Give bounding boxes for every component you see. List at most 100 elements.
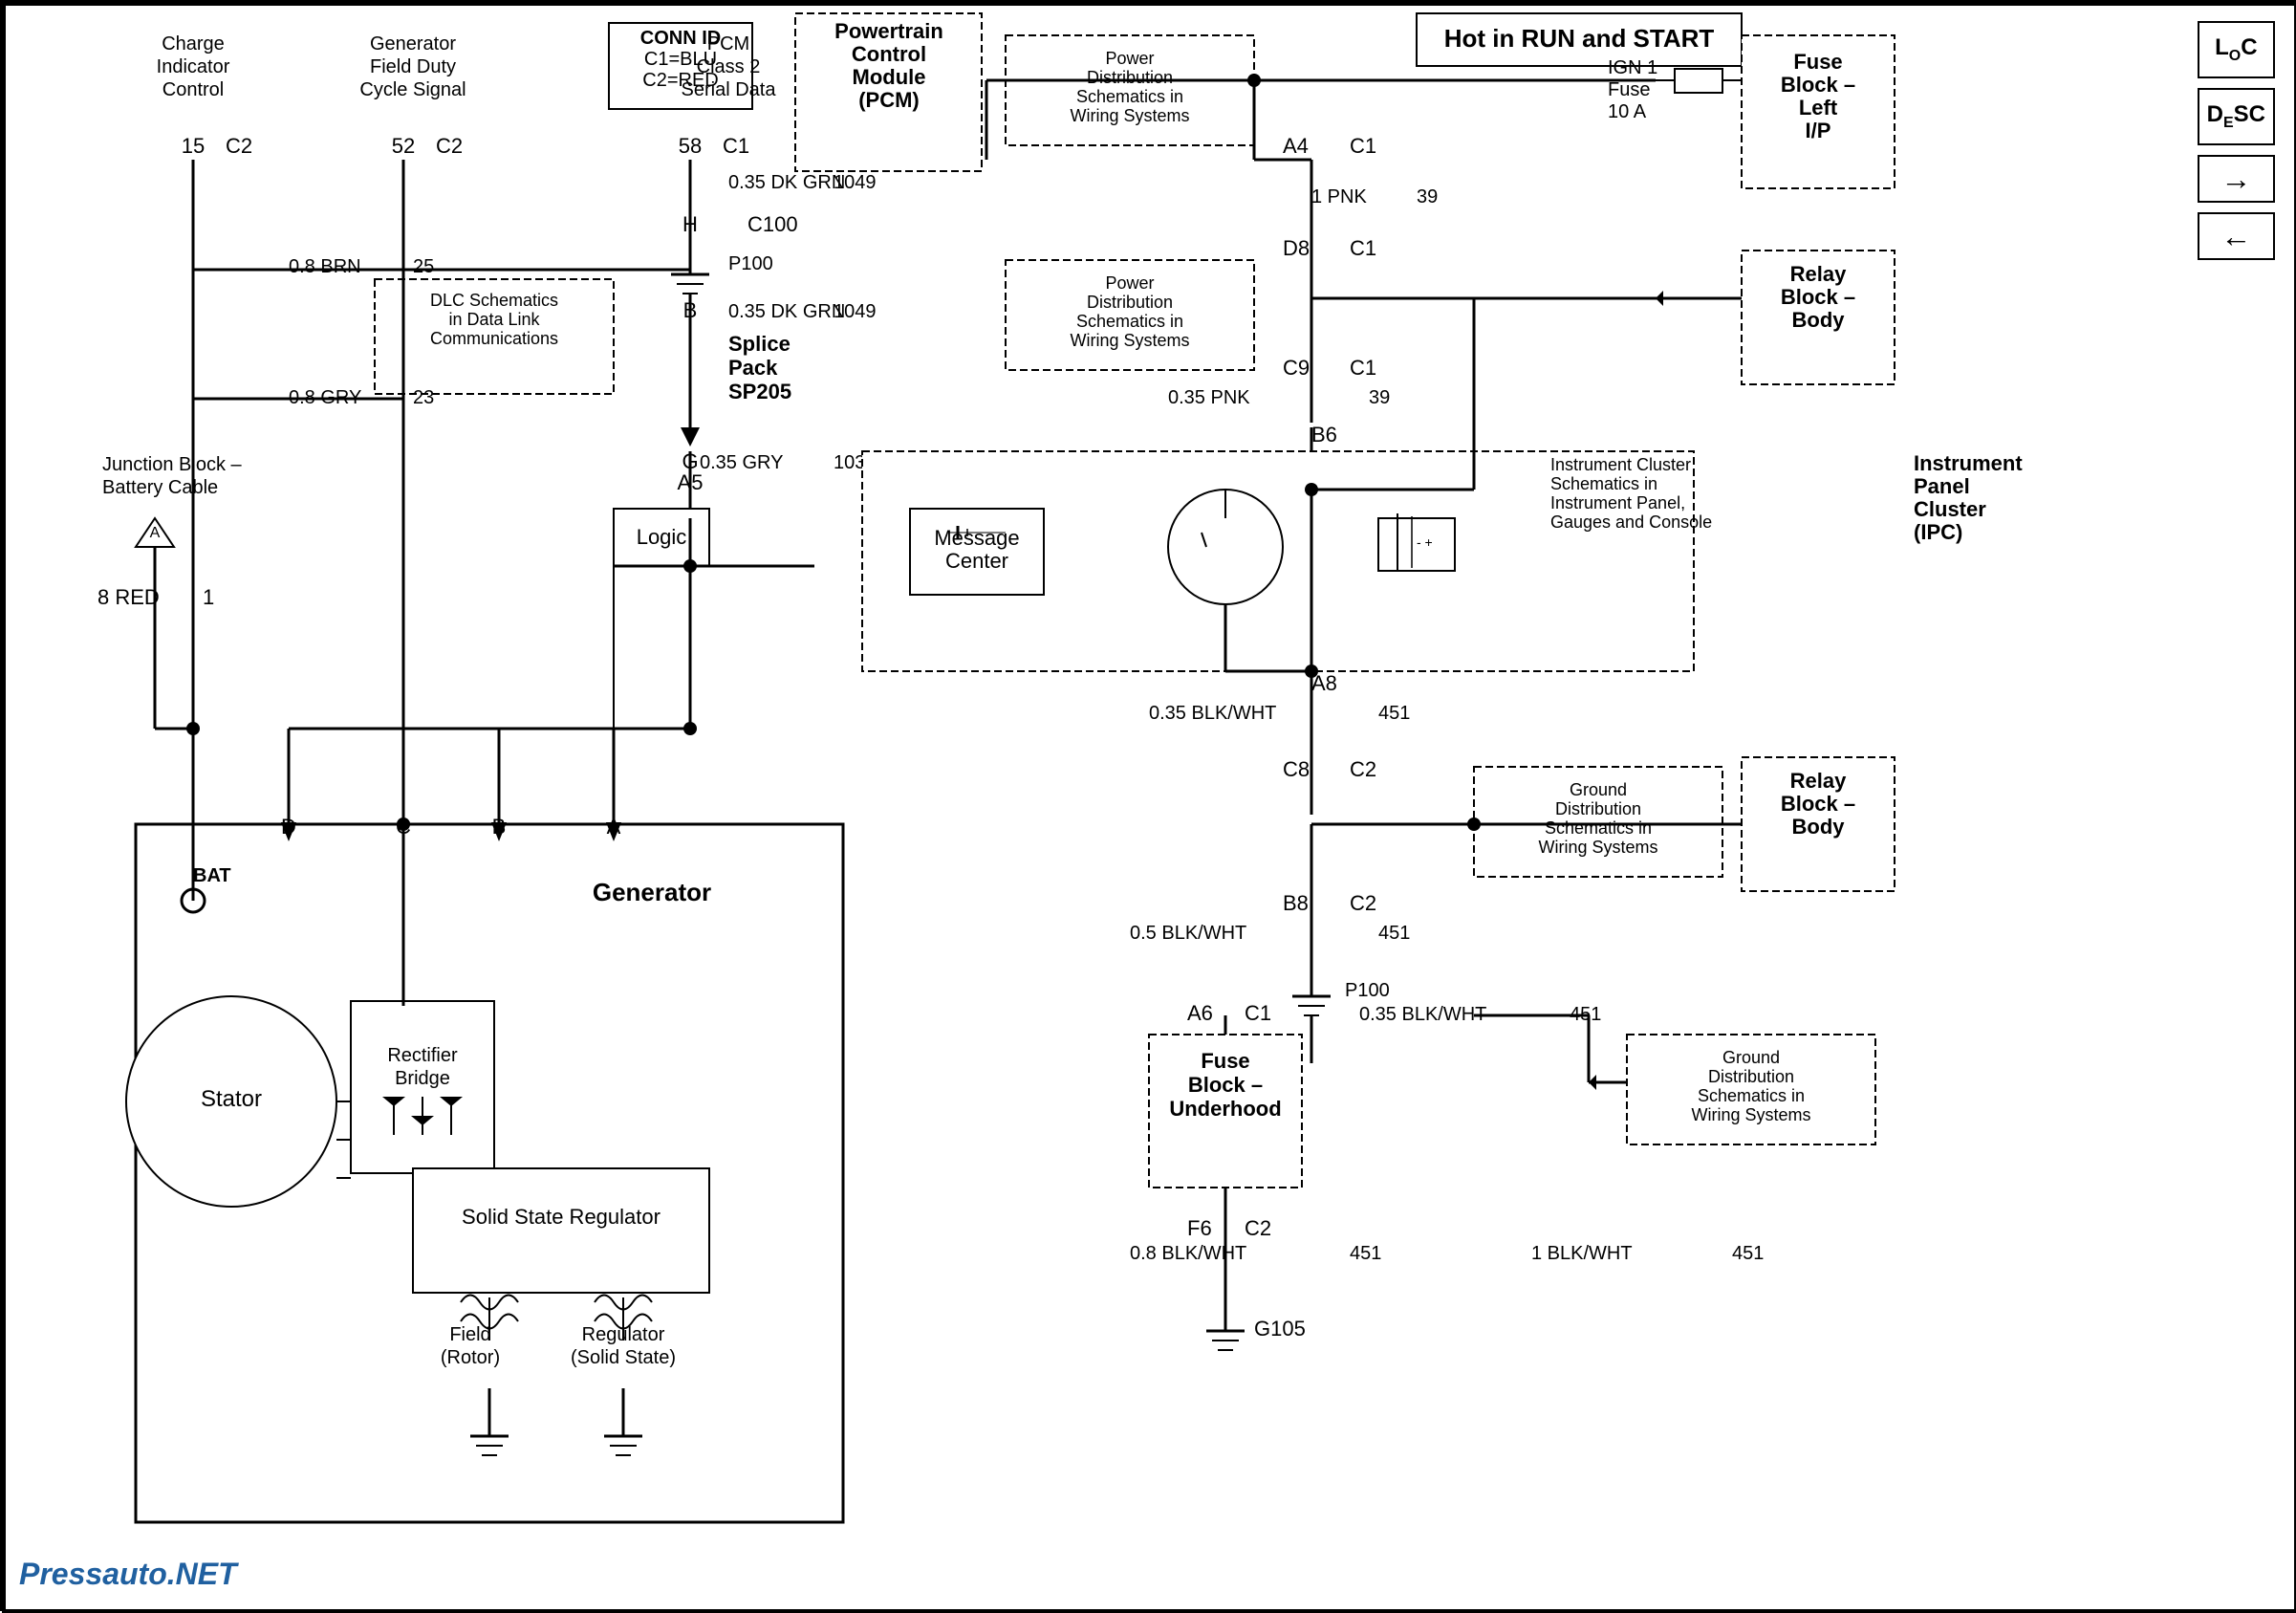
svg-text:451: 451 <box>1378 703 1410 724</box>
legend-arrow-left: ← <box>2198 212 2275 260</box>
svg-text:Cluster: Cluster <box>1914 497 1986 521</box>
svg-text:1 BLK/WHT: 1 BLK/WHT <box>1531 1243 1633 1264</box>
svg-text:1: 1 <box>203 585 214 609</box>
svg-text:Bridge: Bridge <box>395 1068 450 1089</box>
legend-desc-text: DESC <box>2207 101 2265 132</box>
svg-text:Indicator: Indicator <box>157 56 230 77</box>
svg-text:(IPC): (IPC) <box>1914 520 1962 544</box>
svg-text:Schematics in: Schematics in <box>1076 87 1183 106</box>
svg-text:Block –: Block – <box>1781 285 1855 309</box>
svg-text:Generator: Generator <box>593 878 711 906</box>
svg-text:G105: G105 <box>1254 1317 1306 1341</box>
svg-text:Class 2: Class 2 <box>697 56 761 77</box>
svg-text:Generator: Generator <box>370 33 456 54</box>
svg-text:C9: C9 <box>1283 356 1310 380</box>
svg-text:58: 58 <box>679 134 702 158</box>
svg-text:15: 15 <box>182 134 205 158</box>
svg-text:Charge: Charge <box>162 33 225 54</box>
svg-text:(Rotor): (Rotor) <box>441 1347 500 1368</box>
svg-text:Fuse: Fuse <box>1608 79 1650 100</box>
svg-text:Logic: Logic <box>637 525 687 549</box>
svg-text:Communications: Communications <box>430 329 558 348</box>
svg-text:(PCM): (PCM) <box>858 88 920 112</box>
svg-text:Power: Power <box>1105 49 1154 68</box>
legend-loc-text: LOC <box>2215 34 2257 65</box>
main-container: Hot in RUN and START Powertrain Control … <box>0 0 2296 1611</box>
svg-text:39: 39 <box>1417 186 1438 207</box>
svg-text:0.35 BLK/WHT: 0.35 BLK/WHT <box>1359 1004 1486 1025</box>
svg-text:C1: C1 <box>1350 236 1376 260</box>
svg-text:C2: C2 <box>1350 891 1376 915</box>
svg-text:Control: Control <box>162 79 224 100</box>
legend-panel: LOC DESC → ← <box>2198 21 2275 260</box>
svg-text:C1: C1 <box>1245 1001 1271 1025</box>
svg-text:52: 52 <box>392 134 415 158</box>
svg-text:0.5 BLK/WHT: 0.5 BLK/WHT <box>1130 923 1246 944</box>
svg-text:Distribution: Distribution <box>1087 293 1173 312</box>
svg-text:Underhood: Underhood <box>1169 1097 1281 1121</box>
svg-text:451: 451 <box>1378 923 1410 944</box>
arrow-left-icon: ← <box>2220 219 2251 254</box>
svg-text:Body: Body <box>1792 308 1846 332</box>
wiring-diagram-svg: Hot in RUN and START Powertrain Control … <box>2 2 2296 1613</box>
svg-text:Relay: Relay <box>1790 769 1847 793</box>
svg-text:- +: - + <box>1417 534 1433 550</box>
svg-text:C2: C2 <box>1350 757 1376 781</box>
svg-text:Cycle Signal: Cycle Signal <box>359 79 466 100</box>
svg-text:P100: P100 <box>1345 980 1390 1001</box>
svg-text:I/P: I/P <box>1806 119 1831 142</box>
svg-text:P100: P100 <box>728 253 773 274</box>
svg-text:0.35 GRY: 0.35 GRY <box>700 452 783 473</box>
svg-text:451: 451 <box>1732 1243 1764 1264</box>
svg-text:C2: C2 <box>1245 1216 1271 1240</box>
svg-text:Block –: Block – <box>1781 73 1855 97</box>
svg-text:Wiring Systems: Wiring Systems <box>1691 1105 1810 1124</box>
svg-text:0.8 BRN: 0.8 BRN <box>289 256 361 277</box>
svg-text:in Data Link: in Data Link <box>448 310 540 329</box>
arrow-right-icon: → <box>2220 162 2251 197</box>
svg-text:25: 25 <box>413 256 434 277</box>
svg-text:Module: Module <box>853 65 926 89</box>
svg-text:8 RED: 8 RED <box>97 585 160 609</box>
svg-text:Wiring Systems: Wiring Systems <box>1538 838 1657 857</box>
svg-text:Relay: Relay <box>1790 262 1847 286</box>
svg-text:(Solid State): (Solid State) <box>571 1347 676 1368</box>
svg-text:Wiring Systems: Wiring Systems <box>1070 106 1189 125</box>
svg-text:Battery Cable: Battery Cable <box>102 477 218 498</box>
svg-text:DLC Schematics: DLC Schematics <box>430 291 558 310</box>
svg-text:SP205: SP205 <box>728 380 791 403</box>
svg-text:0.35 DK GRN: 0.35 DK GRN <box>728 301 845 322</box>
svg-text:Stator: Stator <box>201 1086 262 1112</box>
svg-text:Distribution: Distribution <box>1087 68 1173 87</box>
svg-text:Solid State Regulator: Solid State Regulator <box>462 1205 661 1229</box>
svg-text:B6: B6 <box>1311 423 1337 447</box>
svg-text:Rectifier: Rectifier <box>387 1045 458 1066</box>
svg-text:0.35 BLK/WHT: 0.35 BLK/WHT <box>1149 703 1276 724</box>
svg-text:C2: C2 <box>226 134 252 158</box>
svg-text:Schematics in: Schematics in <box>1550 474 1657 493</box>
svg-text:Panel: Panel <box>1914 474 1970 498</box>
svg-text:C1: C1 <box>1350 356 1376 380</box>
svg-text:F6: F6 <box>1187 1216 1212 1240</box>
svg-text:BAT: BAT <box>193 865 231 886</box>
svg-text:451: 451 <box>1350 1243 1381 1264</box>
svg-text:Schematics in: Schematics in <box>1545 818 1652 838</box>
svg-text:23: 23 <box>413 387 434 408</box>
svg-text:Instrument: Instrument <box>1914 451 2023 475</box>
svg-text:C1: C1 <box>723 134 749 158</box>
svg-text:Pack: Pack <box>728 356 778 380</box>
svg-text:Control: Control <box>852 42 926 66</box>
svg-text:39: 39 <box>1369 387 1390 408</box>
svg-text:0.8 BLK/WHT: 0.8 BLK/WHT <box>1130 1243 1246 1264</box>
svg-text:1049: 1049 <box>834 301 877 322</box>
svg-text:0.35 DK GRN: 0.35 DK GRN <box>728 172 845 193</box>
svg-text:Fuse: Fuse <box>1201 1049 1249 1073</box>
svg-text:Block –: Block – <box>1188 1073 1263 1097</box>
svg-text:B8: B8 <box>1283 891 1309 915</box>
svg-text:D8: D8 <box>1283 236 1310 260</box>
svg-text:C8: C8 <box>1283 757 1310 781</box>
svg-text:Instrument Cluster: Instrument Cluster <box>1550 455 1691 474</box>
svg-text:Schematics in: Schematics in <box>1076 312 1183 331</box>
svg-text:Distribution: Distribution <box>1555 799 1641 818</box>
svg-text:Gauges and Console: Gauges and Console <box>1550 512 1712 532</box>
